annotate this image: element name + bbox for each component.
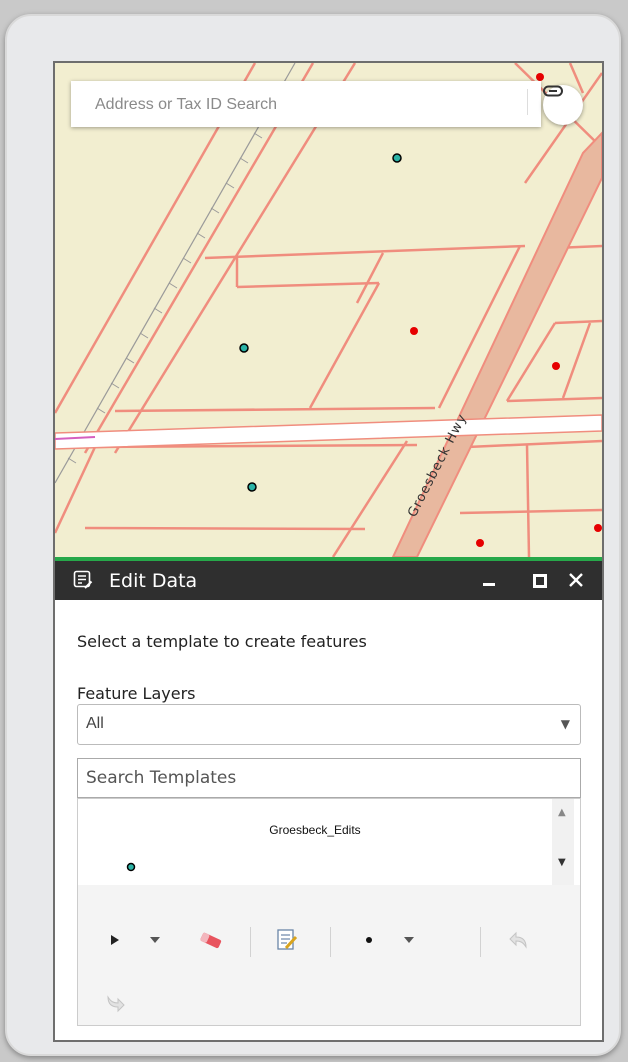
editing-toolbar: [78, 885, 580, 1025]
search-templates-input[interactable]: [77, 758, 581, 798]
map-point-teal[interactable]: [392, 153, 402, 163]
point-tool-button[interactable]: [358, 929, 380, 951]
feature-layers-select[interactable]: All ▼: [77, 704, 581, 745]
map-point-red[interactable]: [410, 327, 418, 335]
undo-button[interactable]: [502, 925, 532, 955]
map-point-red[interactable]: [476, 539, 484, 547]
map-point-red[interactable]: [552, 362, 560, 370]
attributes-button[interactable]: [272, 925, 302, 955]
toolbar-separator: [480, 927, 481, 957]
map-points[interactable]: [239, 73, 602, 547]
undo-icon: [509, 931, 527, 949]
chevron-down-icon: [404, 937, 414, 943]
map-point-teal[interactable]: [239, 343, 249, 353]
instructions-text: Select a template to create features: [77, 632, 367, 651]
map-point-teal[interactable]: [247, 482, 257, 492]
clear-selection-button[interactable]: [196, 925, 226, 955]
minimize-icon[interactable]: [483, 583, 495, 587]
link-icon: [543, 85, 563, 97]
scroll-down-icon[interactable]: ▼: [558, 857, 566, 868]
map-point-red[interactable]: [536, 73, 544, 81]
chevron-down-icon: ▼: [560, 717, 570, 731]
template-scrollbar[interactable]: ▲ ▼: [552, 799, 574, 885]
redo-icon: [107, 995, 125, 1013]
select-tool-dropdown[interactable]: [146, 929, 164, 951]
app-screen: Groesbeck Hwy Address or Tax ID Search E…: [53, 61, 604, 1042]
scroll-up-icon[interactable]: ▲: [558, 807, 566, 818]
edit-panel-header: Edit Data: [55, 561, 602, 600]
chevron-down-icon: [150, 937, 160, 943]
toolbar-separator: [250, 927, 251, 957]
panel-title: Edit Data: [109, 570, 198, 592]
templates-container: Groesbeck_Edits ▲ ▼: [77, 798, 581, 1026]
link-button[interactable]: [543, 85, 583, 125]
feature-layers-value: All: [86, 715, 104, 732]
edit-list-icon: [73, 570, 93, 589]
template-group-title: Groesbeck_Edits: [269, 823, 361, 837]
redo-button[interactable]: [102, 989, 132, 1019]
device-frame: Groesbeck Hwy Address or Tax ID Search E…: [5, 14, 621, 1056]
toolbar-separator: [330, 927, 331, 957]
select-tool-button[interactable]: [104, 929, 126, 951]
map-point-red[interactable]: [594, 524, 602, 532]
attributes-edit-icon: [277, 929, 298, 950]
map-canvas: Groesbeck Hwy: [55, 63, 602, 557]
eraser-icon: [200, 932, 222, 949]
feature-layers-label: Feature Layers: [77, 684, 196, 703]
close-icon[interactable]: [568, 572, 584, 588]
map-view[interactable]: Groesbeck Hwy: [55, 63, 602, 557]
maximize-icon[interactable]: [533, 574, 547, 588]
point-template-icon[interactable]: [126, 862, 136, 872]
search-divider: [527, 89, 528, 115]
template-list: Groesbeck_Edits: [78, 799, 552, 885]
pointer-icon: [111, 935, 119, 945]
edit-panel-body: Select a template to create features Fea…: [55, 600, 602, 1040]
address-search-bar: [71, 81, 550, 127]
point-icon: [366, 937, 372, 943]
point-tool-dropdown[interactable]: [400, 929, 418, 951]
address-search-input[interactable]: [71, 81, 550, 125]
